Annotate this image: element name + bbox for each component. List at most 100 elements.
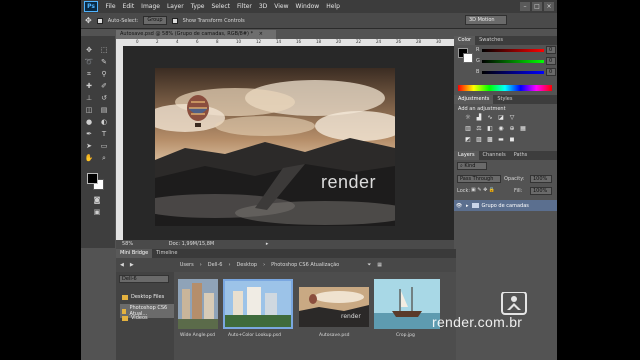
layer-kind-filter[interactable]: ⌕ Kind xyxy=(457,162,487,170)
channel-r-value[interactable]: 0 xyxy=(546,46,556,54)
filter-funnel-icon[interactable]: ⏷ xyxy=(367,262,371,268)
back-arrow-icon[interactable]: ◀ xyxy=(120,262,124,268)
zoom-level[interactable]: 58% xyxy=(122,241,133,247)
path-dell[interactable]: Dell-6 xyxy=(208,262,223,268)
channel-mixer-icon[interactable]: ⊕ xyxy=(508,125,516,133)
color-lookup-icon[interactable]: ▦ xyxy=(519,125,527,133)
vibrance-icon[interactable]: ▽ xyxy=(508,114,516,122)
color-balance-icon[interactable]: ⚖ xyxy=(475,125,483,133)
menu-window[interactable]: Window xyxy=(292,3,323,10)
tab-paths[interactable]: Paths xyxy=(510,151,532,160)
pen-icon[interactable]: ✒ xyxy=(84,130,94,139)
exposure-icon[interactable]: ◪ xyxy=(497,114,505,122)
auto-select-checkbox[interactable] xyxy=(96,17,103,24)
brightness-icon[interactable]: ☼ xyxy=(464,114,472,122)
menu-select[interactable]: Select xyxy=(208,3,234,10)
invert-icon[interactable]: ◩ xyxy=(464,136,472,144)
folder-item[interactable]: Desktop Files xyxy=(122,294,164,300)
menu-file[interactable]: File xyxy=(102,3,119,10)
threshold-icon[interactable]: ▩ xyxy=(486,136,494,144)
location-dropdown[interactable]: Dell-6 xyxy=(119,275,169,283)
auto-select-dropdown[interactable]: Group xyxy=(143,16,167,25)
path-desktop[interactable]: Desktop xyxy=(236,262,257,268)
layer-row-selected[interactable]: 👁 ▸ Grupo de camadas xyxy=(454,200,557,211)
menu-edit[interactable]: Edit xyxy=(119,3,138,10)
type-icon[interactable]: T xyxy=(99,130,109,139)
healing-icon[interactable]: ✚ xyxy=(84,82,94,91)
selective-color-icon[interactable]: ◼ xyxy=(508,136,516,144)
black-white-icon[interactable]: ◧ xyxy=(486,125,494,133)
quick-select-icon[interactable]: ✎ xyxy=(99,58,109,67)
opacity-field[interactable]: 100% xyxy=(530,175,552,183)
thumbnail-autosave[interactable]: render xyxy=(299,287,369,327)
blue-slider[interactable] xyxy=(482,71,544,74)
foreground-color-swatch[interactable] xyxy=(87,173,98,184)
lasso-icon[interactable]: ➰ xyxy=(84,58,94,67)
menu-3d[interactable]: 3D xyxy=(255,3,270,10)
channel-g-value[interactable]: 0 xyxy=(546,57,556,65)
close-tab-icon[interactable]: × xyxy=(259,31,263,37)
thumbnail-auto-color[interactable] xyxy=(223,279,293,329)
dodge-icon[interactable]: ◐ xyxy=(99,118,109,127)
menu-help[interactable]: Help xyxy=(323,3,344,10)
menu-image[interactable]: Image xyxy=(138,3,164,10)
workspace-switcher[interactable]: 3D Motion xyxy=(465,15,507,25)
path-folder[interactable]: Photoshop CS6 Atualização xyxy=(271,262,339,268)
fill-field[interactable]: 100% xyxy=(530,187,552,195)
view-options-icon[interactable]: ▦ xyxy=(377,262,382,268)
close-icon[interactable]: × xyxy=(544,2,554,11)
layer-name[interactable]: Grupo de camadas xyxy=(482,203,529,209)
brush-icon[interactable]: ✐ xyxy=(99,82,109,91)
channel-b-value[interactable]: 0 xyxy=(546,68,556,76)
move-icon[interactable]: ✥ xyxy=(84,46,94,55)
folder-item[interactable]: Videos xyxy=(122,315,148,321)
green-slider[interactable] xyxy=(482,60,544,63)
blur-icon[interactable]: ● xyxy=(84,118,94,127)
tab-swatches[interactable]: Swatches xyxy=(475,36,507,45)
marquee-icon[interactable]: ⬚ xyxy=(99,46,109,55)
menu-type[interactable]: Type xyxy=(187,3,208,10)
tab-layers[interactable]: Layers xyxy=(454,151,479,160)
path-select-icon[interactable]: ➤ xyxy=(84,142,94,151)
shape-icon[interactable]: ▭ xyxy=(99,142,109,151)
visibility-eye-icon[interactable]: 👁 xyxy=(454,203,464,209)
tab-mini-bridge[interactable]: Mini Bridge xyxy=(116,249,153,258)
tab-adjustments[interactable]: Adjustments xyxy=(454,95,494,104)
hand-icon[interactable]: ✋ xyxy=(84,154,94,163)
crop-icon[interactable]: ⌗ xyxy=(84,70,94,79)
move-tool-icon[interactable]: ✥ xyxy=(85,16,92,25)
zoom-icon[interactable]: ⌕ xyxy=(99,154,109,163)
gradient-icon[interactable]: ▤ xyxy=(99,106,109,115)
maximize-icon[interactable]: □ xyxy=(532,2,542,11)
photo-filter-icon[interactable]: ◉ xyxy=(497,125,505,133)
path-users[interactable]: Users xyxy=(180,262,194,268)
posterize-icon[interactable]: ▨ xyxy=(475,136,483,144)
menu-layer[interactable]: Layer xyxy=(163,3,187,10)
document-tab[interactable]: Autosave.psd @ 58% (Grupo de camadas, RG… xyxy=(116,30,276,39)
curves-icon[interactable]: ∿ xyxy=(486,114,494,122)
canvas-area[interactable]: render xyxy=(123,46,508,240)
gradient-map-icon[interactable]: ▬ xyxy=(497,136,505,144)
eyedropper-icon[interactable]: ⚲ xyxy=(99,70,109,79)
status-arrow-icon[interactable]: ▸ xyxy=(266,241,269,247)
tab-timeline[interactable]: Timeline xyxy=(152,249,181,258)
transform-controls-checkbox[interactable] xyxy=(171,17,178,24)
hue-saturation-icon[interactable]: ▥ xyxy=(464,125,472,133)
screen-mode-icon[interactable]: ▣ xyxy=(92,208,102,217)
bg-color-chip[interactable] xyxy=(463,53,473,63)
expand-arrow-icon[interactable]: ▸ xyxy=(466,203,469,209)
tab-channels[interactable]: Channels xyxy=(479,151,510,160)
quick-mask-icon[interactable]: ◙ xyxy=(92,196,102,205)
blend-mode-dropdown[interactable]: Pass Through xyxy=(457,175,501,183)
levels-icon[interactable]: ▟ xyxy=(475,114,483,122)
thumbnail-wide-angle[interactable] xyxy=(178,279,218,329)
menu-filter[interactable]: Filter xyxy=(234,3,256,10)
forward-arrow-icon[interactable]: ▶ xyxy=(130,262,134,268)
tab-styles[interactable]: Styles xyxy=(493,95,516,104)
red-slider[interactable] xyxy=(482,49,544,52)
eraser-icon[interactable]: ◫ xyxy=(84,106,94,115)
tab-color[interactable]: Color xyxy=(454,36,476,45)
minimize-icon[interactable]: – xyxy=(520,2,530,11)
lock-icons[interactable]: ▣ ✎ ✥ 🔒 xyxy=(471,187,495,193)
history-brush-icon[interactable]: ↺ xyxy=(99,94,109,103)
